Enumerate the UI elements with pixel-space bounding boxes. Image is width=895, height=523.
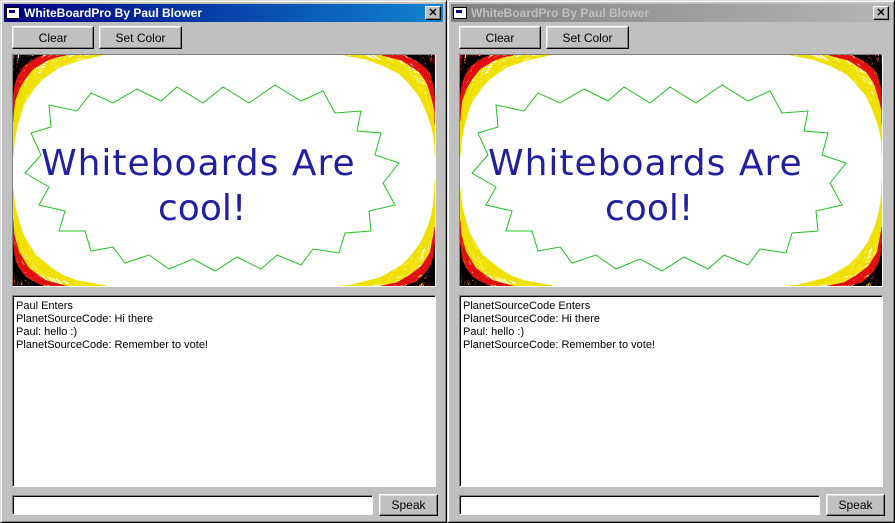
app-icon[interactable] xyxy=(453,7,467,19)
close-button[interactable]: ✕ xyxy=(873,6,889,20)
chat-line: Paul: hello :) xyxy=(16,326,78,338)
clear-button[interactable]: Clear xyxy=(459,26,541,49)
drawing-canvas[interactable]: Whiteboards Are cool! xyxy=(459,54,883,287)
chat-line: PlanetSourceCode: Remember to vote! xyxy=(463,339,655,351)
set-color-button[interactable]: Set Color xyxy=(99,26,182,49)
window-title: WhiteBoardPro By Paul Blower xyxy=(471,6,650,20)
chat-line: Paul: hello :) xyxy=(463,326,525,338)
drawing-text-line2: cool! xyxy=(158,188,246,229)
chat-log[interactable]: PlanetSourceCode Enters PlanetSourceCode… xyxy=(459,295,883,487)
chat-line: PlanetSourceCode: Hi there xyxy=(16,313,153,325)
drawing-text-line2: cool! xyxy=(605,188,693,229)
whiteboard-drawing: Whiteboards Are cool! xyxy=(13,55,435,286)
message-input[interactable] xyxy=(12,495,373,515)
chat-line: PlanetSourceCode: Hi there xyxy=(463,313,600,325)
drawing-text-line1: Whiteboards Are xyxy=(41,143,356,184)
message-input[interactable] xyxy=(459,495,820,515)
window-title: WhiteBoardPro By Paul Blower xyxy=(24,6,203,20)
drawing-canvas[interactable]: Whiteboards Are cool! xyxy=(12,54,436,287)
whiteboard-window-right: WhiteBoardPro By Paul Blower ✕ Clear Set… xyxy=(447,0,895,523)
app-icon[interactable] xyxy=(6,7,20,19)
chat-line: PlanetSourceCode: Remember to vote! xyxy=(16,339,208,351)
set-color-button[interactable]: Set Color xyxy=(546,26,629,49)
close-button[interactable]: ✕ xyxy=(425,6,441,20)
drawing-text-line1: Whiteboards Are xyxy=(488,143,803,184)
chat-line: Paul Enters xyxy=(16,300,73,312)
speak-button[interactable]: Speak xyxy=(826,494,885,516)
title-bar[interactable]: WhiteBoardPro By Paul Blower ✕ xyxy=(451,4,891,22)
whiteboard-drawing: Whiteboards Are cool! xyxy=(460,55,882,286)
chat-log[interactable]: Paul Enters PlanetSourceCode: Hi there P… xyxy=(12,295,436,487)
whiteboard-window-left: WhiteBoardPro By Paul Blower ✕ Clear Set… xyxy=(0,0,447,523)
title-bar[interactable]: WhiteBoardPro By Paul Blower ✕ xyxy=(4,4,443,22)
clear-button[interactable]: Clear xyxy=(12,26,94,49)
speak-button[interactable]: Speak xyxy=(379,494,438,516)
chat-line: PlanetSourceCode Enters xyxy=(463,300,591,312)
